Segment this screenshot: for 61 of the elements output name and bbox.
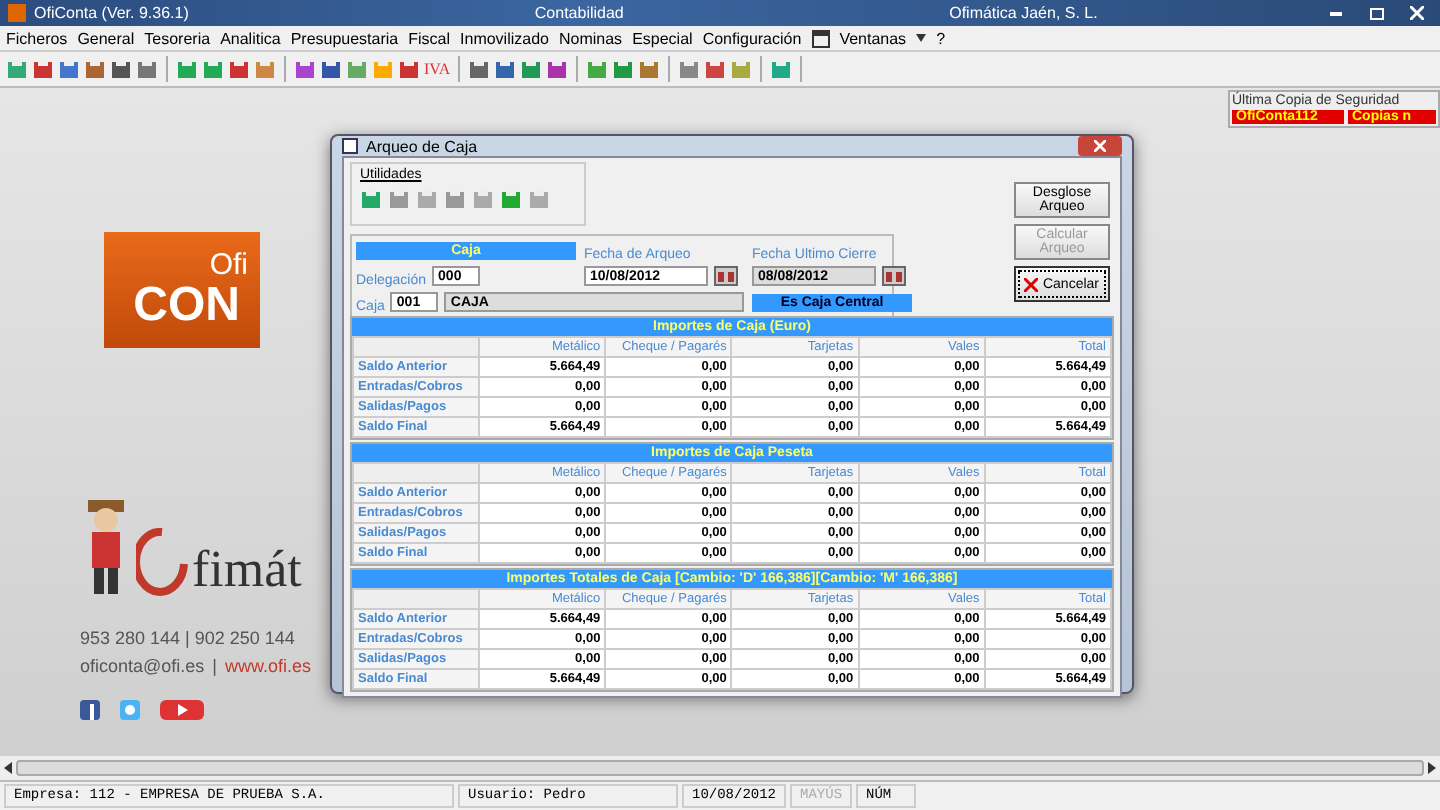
phone-numbers: 953 280 144 | 902 250 144 [80, 628, 295, 648]
close-button[interactable] [1078, 136, 1122, 156]
tool-icon[interactable] [678, 58, 701, 80]
tool-icon[interactable] [638, 58, 661, 80]
app-icon [8, 4, 26, 22]
logo-text: CON [133, 282, 240, 330]
menu-item[interactable]: Tesoreria [144, 29, 211, 47]
corner-cell [354, 464, 478, 482]
scroll-right-icon[interactable] [1428, 762, 1436, 774]
tool-icon[interactable] [228, 58, 250, 80]
logo-swoosh-icon [136, 528, 188, 596]
menu-item[interactable]: Especial [632, 29, 693, 47]
window-title: OfiConta (Ver. 9.36.1) [34, 4, 189, 22]
menu-item[interactable]: General [77, 29, 135, 47]
twitter-icon[interactable] [120, 700, 140, 720]
tool-icon[interactable] [84, 58, 106, 80]
tool-icon[interactable] [546, 58, 569, 80]
menu-item[interactable]: Ventanas [839, 29, 907, 47]
tool-icon[interactable] [58, 58, 80, 80]
horizontal-scrollbar[interactable] [0, 756, 1440, 780]
tool-icon[interactable] [612, 58, 635, 80]
tool-icon[interactable] [136, 58, 158, 80]
calendar-icon[interactable] [714, 266, 738, 286]
close-icon [1094, 140, 1106, 152]
facebook-icon[interactable] [80, 700, 100, 720]
tool-icon[interactable] [32, 58, 54, 80]
tool-icon[interactable] [704, 58, 727, 80]
menu-item[interactable]: Fiscal [408, 29, 451, 47]
tool-icon[interactable] [294, 58, 316, 80]
company-title: Ofimática Jaén, S. L. [949, 4, 1098, 22]
menu-item[interactable]: Ficheros [6, 29, 68, 47]
website-link[interactable]: www.ofi.es [225, 656, 312, 676]
video-icon[interactable] [160, 700, 204, 720]
tool-icon[interactable] [500, 188, 522, 210]
tool-icon[interactable] [398, 58, 420, 80]
calendar-icon[interactable] [882, 266, 906, 286]
module-title: Contabilidad [534, 4, 624, 22]
tool-icon[interactable] [520, 58, 543, 80]
menu-item[interactable]: Presupuestaria [290, 29, 399, 47]
logo-text: Ofi [209, 250, 248, 282]
menu-item[interactable]: ? [936, 29, 946, 47]
window-icon [811, 29, 830, 47]
tool-icon[interactable] [468, 58, 491, 80]
tax-tool[interactable]: IVA [424, 60, 451, 78]
corner-cell [354, 590, 478, 608]
menu-item[interactable]: Nominas [558, 29, 623, 47]
corner-cell [354, 338, 478, 356]
dropdown-icon[interactable] [916, 34, 927, 42]
tool-icon[interactable] [110, 58, 132, 80]
company-logo-text: fimát [192, 544, 302, 596]
menu-item[interactable]: Analitica [220, 29, 281, 47]
dialog-icon [342, 138, 358, 154]
scroll-left-icon[interactable] [4, 762, 12, 774]
dialog-title: Arqueo de Caja [366, 137, 478, 155]
menu-item[interactable]: Inmovilizado [460, 29, 549, 47]
menu-item[interactable]: Configuración [702, 29, 802, 47]
tool-icon[interactable] [494, 58, 517, 80]
tool-icon[interactable] [320, 58, 342, 80]
close-icon [1024, 277, 1039, 291]
separator-text: | [212, 656, 218, 676]
email-link[interactable]: oficonta@ofi.es [80, 656, 205, 676]
